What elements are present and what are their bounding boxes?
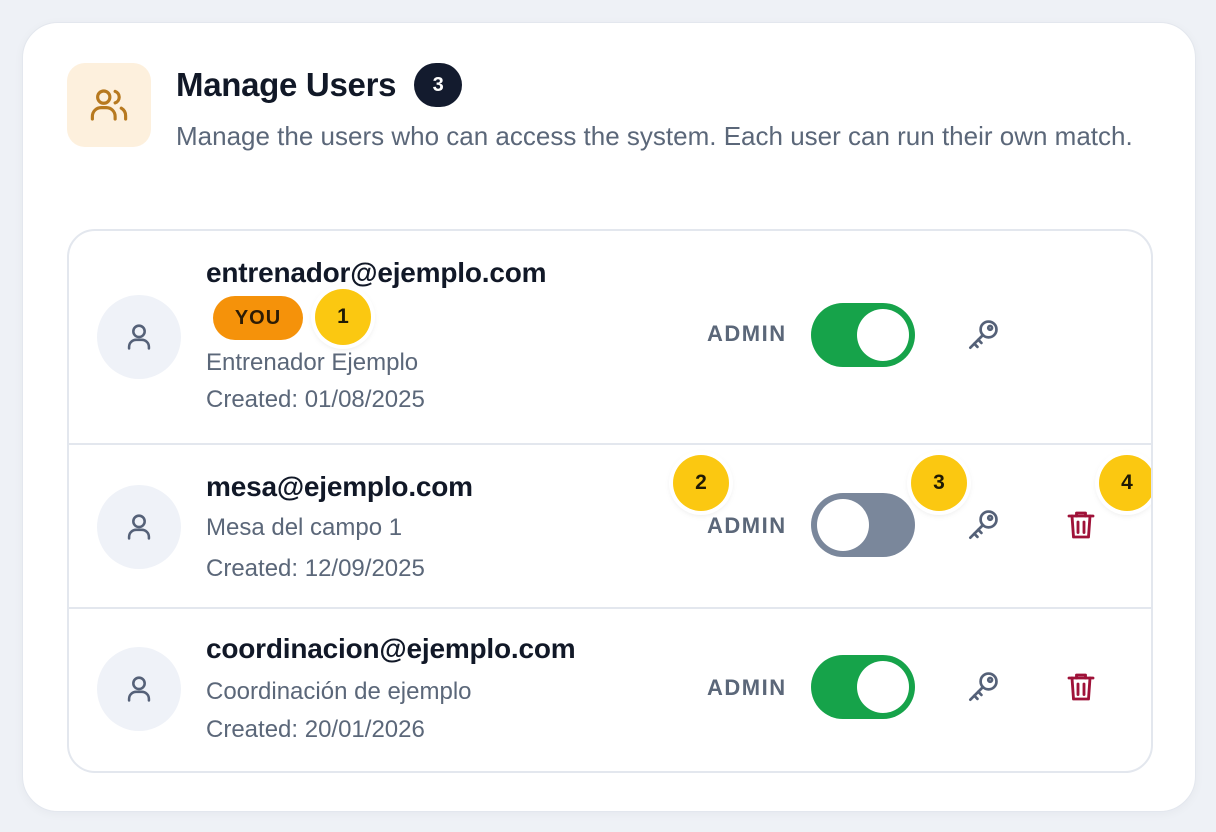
user-row: mesa@ejemplo.com Mesa del campo 1 Create… xyxy=(69,443,1151,607)
reset-password-button[interactable] xyxy=(961,503,1005,547)
trash-icon xyxy=(1067,511,1095,539)
avatar xyxy=(97,295,181,379)
key-icon xyxy=(968,672,998,702)
user-display-name: Coordinación de ejemplo xyxy=(206,678,472,705)
you-badge: YOU xyxy=(213,296,303,340)
key-icon xyxy=(968,320,998,350)
admin-label: ADMIN xyxy=(707,321,787,346)
users-icon xyxy=(67,63,151,147)
admin-toggle[interactable] xyxy=(811,493,915,557)
user-created-date: Created: 20/01/2026 xyxy=(206,716,425,743)
avatar xyxy=(97,647,181,731)
user-created-date: Created: 12/09/2025 xyxy=(206,555,425,582)
user-icon xyxy=(127,676,151,702)
reset-password-button[interactable] xyxy=(961,313,1005,357)
user-count-badge: 3 xyxy=(414,63,463,107)
key-icon xyxy=(968,510,998,540)
user-icon xyxy=(127,324,151,350)
user-icon xyxy=(127,514,151,540)
manage-users-card: Manage Users 3 Manage the users who can … xyxy=(22,22,1196,812)
toggle-knob xyxy=(817,499,869,551)
delete-user-button[interactable] xyxy=(1059,665,1103,709)
step-marker-3: 3 xyxy=(911,455,967,511)
admin-label: ADMIN xyxy=(707,513,787,538)
reset-password-button[interactable] xyxy=(961,665,1005,709)
admin-toggle[interactable] xyxy=(811,303,915,367)
admin-label: ADMIN xyxy=(707,675,787,700)
page-subtitle: Manage the users who can access the syst… xyxy=(176,121,1133,151)
user-email: coordinacion@ejemplo.com xyxy=(206,633,576,664)
title-row: Manage Users 3 xyxy=(176,63,463,107)
trash-icon xyxy=(1067,673,1095,701)
user-email: entrenador@ejemplo.com xyxy=(206,257,547,288)
user-row: coordinacion@ejemplo.com Coordinación de… xyxy=(69,607,1151,771)
step-marker-2: 2 xyxy=(673,455,729,511)
page-title: Manage Users xyxy=(176,66,397,103)
user-display-name: Mesa del campo 1 xyxy=(206,514,403,541)
user-list: entrenador@ejemplo.com YOU 1 Entrenador … xyxy=(67,229,1153,773)
step-marker-1: 1 xyxy=(315,289,371,345)
step-marker-4: 4 xyxy=(1099,455,1151,511)
toggle-knob xyxy=(857,661,909,713)
user-email: mesa@ejemplo.com xyxy=(206,471,473,502)
admin-toggle[interactable] xyxy=(811,655,915,719)
user-display-name: Entrenador Ejemplo xyxy=(206,349,419,376)
delete-user-button[interactable] xyxy=(1059,503,1103,547)
user-row: entrenador@ejemplo.com YOU 1 Entrenador … xyxy=(69,231,1151,443)
toggle-knob xyxy=(857,309,909,361)
avatar xyxy=(97,485,181,569)
user-created-date: Created: 01/08/2025 xyxy=(206,386,425,413)
